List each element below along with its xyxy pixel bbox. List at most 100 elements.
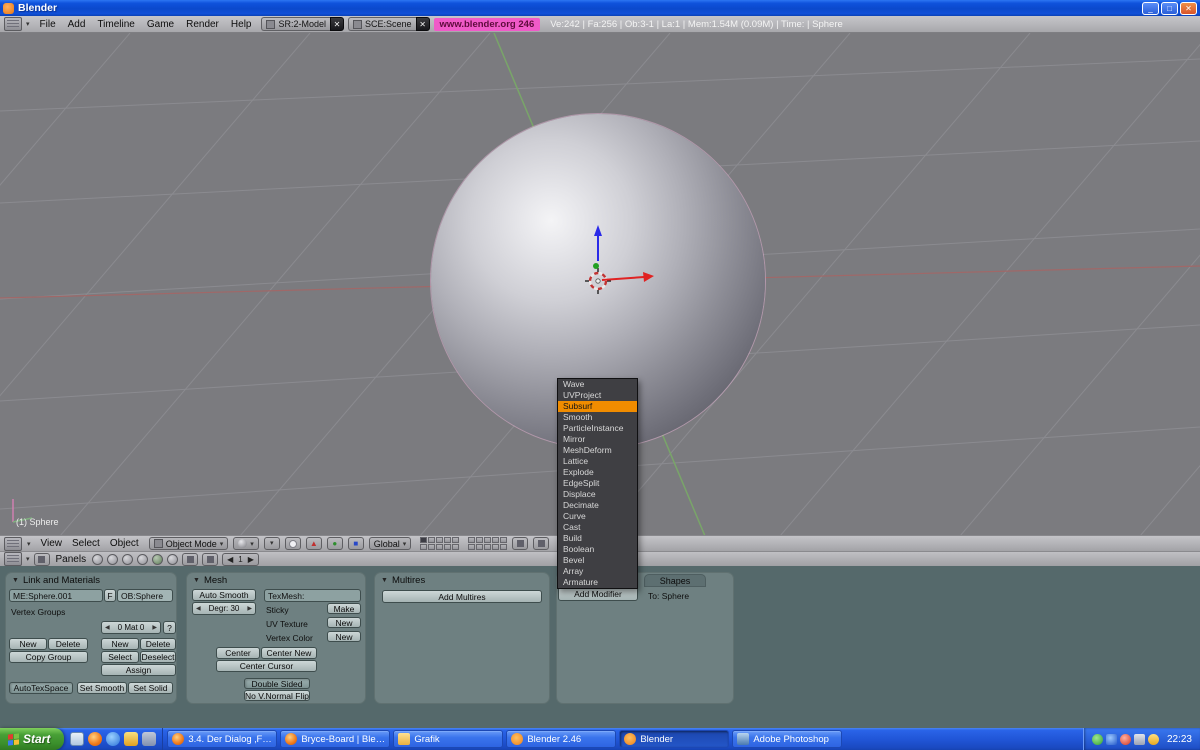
auto-smooth-toggle[interactable]: Auto Smooth <box>192 589 256 601</box>
modifier-menu-item[interactable]: Mirror <box>558 434 637 445</box>
object-context-icon[interactable] <box>137 554 148 565</box>
taskbar-task[interactable]: Adobe Photoshop <box>732 730 842 748</box>
layer-cell[interactable] <box>468 544 475 550</box>
tray-antivirus-icon[interactable] <box>1092 734 1103 745</box>
modifier-menu-item[interactable]: ParticleInstance <box>558 423 637 434</box>
modifier-menu-item[interactable]: Smooth <box>558 412 637 423</box>
modifier-menu-item[interactable]: Boolean <box>558 544 637 555</box>
modifier-menu-item[interactable]: Build <box>558 533 637 544</box>
tray-messenger-icon[interactable] <box>1148 734 1159 745</box>
center-button[interactable]: Center <box>216 647 260 659</box>
quicklaunch-browser-icon[interactable] <box>106 732 120 746</box>
material-index-stepper[interactable]: ◀ 0 Mat 0 ▶ <box>101 621 161 634</box>
menu-game[interactable]: Game <box>141 19 180 30</box>
object-name-field[interactable]: OB:Sphere <box>117 589 173 602</box>
subcontext-icon-1[interactable] <box>182 553 198 566</box>
layer-cell[interactable] <box>492 544 499 550</box>
taskbar-task[interactable]: Blender <box>619 730 729 748</box>
lock-icon[interactable] <box>512 537 528 550</box>
center-cursor-button[interactable]: Center Cursor <box>216 660 317 672</box>
modifier-menu-item[interactable]: MeshDeform <box>558 445 637 456</box>
stepper-left-icon[interactable]: ◀ <box>227 555 233 564</box>
screen-delete-button[interactable]: ✕ <box>330 17 344 31</box>
scene-selector[interactable]: SCE:Scene <box>348 17 416 31</box>
viewport-menu-select[interactable]: Select <box>67 538 105 549</box>
uv-texture-new-button[interactable]: New <box>327 617 361 628</box>
stepper-left-icon[interactable]: ◀ <box>105 624 110 631</box>
texmesh-field[interactable]: TexMesh: <box>264 589 361 602</box>
collapse-triangle-icon[interactable]: ▼ <box>381 577 388 584</box>
layer-cell[interactable] <box>484 537 491 543</box>
panel-align-icon[interactable] <box>34 553 50 566</box>
vgroup-delete-button[interactable]: Delete <box>48 638 88 650</box>
modifier-menu-item[interactable]: Lattice <box>558 456 637 467</box>
layer-cell[interactable] <box>436 544 443 550</box>
modifier-menu-item[interactable]: Explode <box>558 467 637 478</box>
manipulator-scale-icon[interactable]: ■ <box>348 537 364 550</box>
show-desktop-icon[interactable] <box>70 732 84 746</box>
layer-cell[interactable] <box>500 537 507 543</box>
modifier-menu-item[interactable]: Displace <box>558 489 637 500</box>
modifier-menu-item[interactable]: EdgeSplit <box>558 478 637 489</box>
shading-context-icon[interactable] <box>122 554 133 565</box>
tray-volume-icon[interactable] <box>1134 734 1145 745</box>
scene-delete-button[interactable]: ✕ <box>416 17 430 31</box>
layer-cell[interactable] <box>476 537 483 543</box>
subcontext-icon-2[interactable] <box>202 553 218 566</box>
layer-cell[interactable] <box>468 537 475 543</box>
vertex-color-new-button[interactable]: New <box>327 631 361 642</box>
stepper-right-icon[interactable]: ▶ <box>247 605 252 612</box>
tray-update-icon[interactable] <box>1120 734 1131 745</box>
layer-cell[interactable] <box>452 537 459 543</box>
pivot-selector[interactable]: ▾ <box>264 537 280 550</box>
taskbar-task[interactable]: Blender 2.46 <box>506 730 616 748</box>
stepper-right-icon[interactable]: ▶ <box>152 624 157 631</box>
tray-network-icon[interactable] <box>1106 734 1117 745</box>
set-smooth-button[interactable]: Set Smooth <box>77 682 127 694</box>
modifier-menu-item[interactable]: Armature <box>558 577 637 588</box>
collapse-triangle-icon[interactable]: ▼ <box>12 577 19 584</box>
modifier-menu-item[interactable]: Cast <box>558 522 637 533</box>
material-new-button[interactable]: New <box>101 638 139 650</box>
layer-cell[interactable] <box>484 544 491 550</box>
orientation-selector[interactable]: Global ▾ <box>369 537 412 550</box>
render-preview-icon[interactable] <box>533 537 549 550</box>
panels-menu[interactable]: Panels <box>54 554 89 565</box>
menu-add[interactable]: Add <box>62 19 92 30</box>
taskbar-task[interactable]: 3.4. Der Dialog ‚Farb... <box>167 730 277 748</box>
add-modifier-button[interactable]: Add Modifier <box>558 587 638 601</box>
start-button[interactable]: Start <box>0 728 64 750</box>
deselect-button[interactable]: Deselect <box>140 651 176 663</box>
layer-cell[interactable] <box>436 537 443 543</box>
stepper-right-icon[interactable]: ▶ <box>248 555 254 564</box>
screen-selector[interactable]: SR:2-Model <box>261 17 330 31</box>
menu-render[interactable]: Render <box>180 19 225 30</box>
close-button[interactable]: ✕ <box>1180 2 1197 15</box>
modifier-menu-item[interactable]: Bevel <box>558 555 637 566</box>
logic-context-icon[interactable] <box>92 554 103 565</box>
collapse-triangle-icon[interactable]: ▼ <box>193 577 200 584</box>
draw-type-selector[interactable]: ▾ <box>233 537 259 550</box>
mode-selector[interactable]: Object Mode ▾ <box>149 537 229 550</box>
copy-group-button[interactable]: Copy Group <box>9 651 88 663</box>
manipulator-rotate-icon[interactable]: ● <box>327 537 343 550</box>
material-help-button[interactable]: ? <box>163 621 176 634</box>
taskbar-task[interactable]: Grafik <box>393 730 503 748</box>
layer-cell[interactable] <box>444 544 451 550</box>
degr-slider[interactable]: ◀ Degr: 30 ▶ <box>192 602 256 615</box>
viewport-menu-view[interactable]: View <box>36 538 68 549</box>
layer-cell[interactable] <box>452 544 459 550</box>
set-solid-button[interactable]: Set Solid <box>128 682 173 694</box>
select-button[interactable]: Select <box>101 651 139 663</box>
modifier-menu-item[interactable]: Decimate <box>558 500 637 511</box>
modifier-menu-item[interactable]: Curve <box>558 511 637 522</box>
quicklaunch-firefox-icon[interactable] <box>88 732 102 746</box>
fake-user-button[interactable]: F <box>104 589 116 602</box>
center-new-button[interactable]: Center New <box>261 647 317 659</box>
double-sided-toggle[interactable]: Double Sided <box>244 678 310 689</box>
modifier-menu-item[interactable]: Array <box>558 566 637 577</box>
window-type-icon[interactable] <box>4 17 22 31</box>
viewport-window-type-icon[interactable] <box>4 537 22 551</box>
assign-button[interactable]: Assign <box>101 664 176 676</box>
editing-context-icon[interactable] <box>152 554 163 565</box>
